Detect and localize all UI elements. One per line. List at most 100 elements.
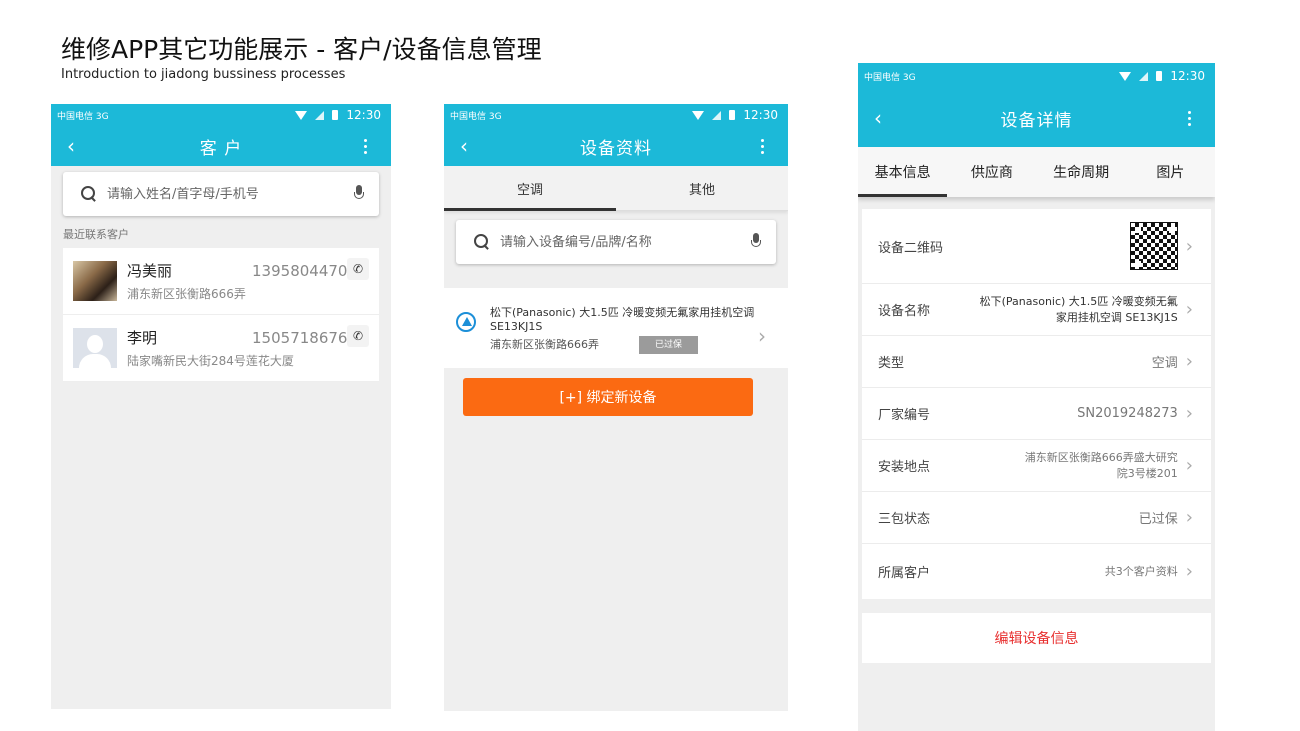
detail-label: 设备名称 — [878, 304, 931, 319]
more-menu-icon[interactable] — [752, 138, 772, 154]
wifi-icon — [692, 110, 705, 120]
more-menu-icon[interactable] — [355, 138, 375, 154]
page-subtitle: Introduction to jiadong bussiness proces… — [61, 67, 346, 82]
qr-code-icon — [1129, 222, 1178, 270]
app-bar: ‹ 设备详情 — [858, 89, 1215, 147]
detail-label: 安装地点 — [878, 460, 931, 475]
warranty-status-badge: 已过保 — [639, 336, 699, 354]
tab-basic-info[interactable]: 基本信息 — [858, 147, 948, 197]
detail-label: 设备二维码 — [878, 240, 944, 256]
customer-screen: 中国电信 3G 12:30 ‹ 客 户 最近联系客户 冯美丽 139580447… — [51, 104, 391, 709]
detail-value: 已过保 — [1138, 512, 1178, 527]
tab-other[interactable]: 其他 — [616, 166, 788, 210]
status-bar: 中国电信 3G 12:30 — [444, 104, 788, 126]
customer-search-bar — [63, 172, 379, 216]
avatar — [73, 328, 117, 368]
chevron-right-icon: › — [1185, 561, 1193, 582]
wifi-icon — [1119, 71, 1132, 81]
chevron-right-icon: › — [758, 324, 766, 348]
detail-row-customer[interactable]: 所属客户 共3个客户资料 › — [862, 544, 1211, 599]
device-detail-screen: 中国电信 3G 12:30 ‹ 设备详情 基本信息 供应商 生命周期 图片 设备… — [858, 63, 1215, 731]
phone-call-icon[interactable]: ✆ — [347, 325, 369, 347]
tab-lifecycle[interactable]: 生命周期 — [1037, 147, 1126, 197]
chevron-right-icon: › — [1185, 235, 1193, 257]
bind-new-device-button[interactable]: [+] 绑定新设备 — [463, 378, 753, 416]
phone-call-icon[interactable]: ✆ — [347, 258, 369, 280]
battery-icon — [332, 110, 339, 120]
detail-row-type[interactable]: 类型 空调 › — [862, 336, 1211, 388]
page-title: 维修APP其它功能展示 - 客户/设备信息管理 — [61, 35, 542, 64]
app-bar: ‹ 客 户 — [51, 126, 391, 166]
detail-value: SN2019248273 — [1077, 406, 1178, 421]
carrier-label: 中国电信 3G — [450, 111, 502, 122]
device-list-item[interactable]: 松下(Panasonic) 大1.5匹 冷暖变频无氟家用挂机空调 SE13KJ1… — [444, 288, 788, 368]
detail-label: 所属客户 — [878, 566, 931, 581]
brand-logo-icon — [456, 312, 476, 332]
app-bar: ‹ 设备资料 — [444, 126, 788, 166]
customer-name: 李明 — [127, 329, 158, 347]
screen-title: 客 户 — [199, 138, 243, 159]
customer-search-input[interactable] — [107, 186, 351, 202]
avatar — [73, 261, 117, 301]
detail-value: 空调 — [1151, 356, 1178, 371]
chevron-right-icon: › — [1185, 455, 1193, 476]
microphone-icon[interactable] — [748, 232, 764, 252]
tab-supplier[interactable]: 供应商 — [947, 147, 1036, 197]
back-icon[interactable]: ‹ — [67, 134, 87, 158]
detail-row-warranty[interactable]: 三包状态 已过保 › — [862, 492, 1211, 544]
customer-address: 陆家嘴新民大街284号莲花大厦 — [127, 354, 294, 368]
detail-row-device-name[interactable]: 设备名称 松下(Panasonic) 大1.5匹 冷暖变频无氟家用挂机空调 SE… — [862, 284, 1211, 336]
customer-phone: 13958044706 — [252, 262, 357, 280]
status-time: 12:30 — [1170, 69, 1205, 83]
device-name: 松下(Panasonic) 大1.5匹 冷暖变频无氟家用挂机空调 SE13KJ1… — [490, 306, 755, 333]
status-bar: 中国电信 3G 12:30 — [51, 104, 391, 126]
customer-phone: 15057186769 — [252, 329, 357, 347]
chevron-right-icon: › — [1185, 351, 1193, 372]
wifi-icon — [295, 110, 308, 120]
detail-row-qrcode[interactable]: 设备二维码 › — [862, 209, 1211, 284]
device-search-bar — [456, 220, 776, 264]
detail-row-serial[interactable]: 厂家编号 SN2019248273 › — [862, 388, 1211, 440]
more-menu-icon[interactable] — [1179, 110, 1199, 126]
status-time: 12:30 — [743, 108, 778, 122]
detail-label: 类型 — [878, 356, 905, 371]
signal-icon — [1139, 71, 1149, 81]
detail-label: 三包状态 — [878, 512, 931, 527]
chevron-right-icon: › — [1185, 507, 1193, 528]
customer-list-item[interactable]: 李明 15057186769 陆家嘴新民大街284号莲花大厦 ✆ — [63, 315, 379, 382]
edit-device-button[interactable]: 编辑设备信息 — [862, 613, 1211, 663]
battery-icon — [1156, 71, 1163, 81]
device-detail-list: 设备二维码 › 设备名称 松下(Panasonic) 大1.5匹 冷暖变频无氟家… — [862, 209, 1211, 599]
tab-images[interactable]: 图片 — [1126, 147, 1215, 197]
carrier-label: 中国电信 3G — [864, 72, 916, 83]
detail-label: 厂家编号 — [878, 408, 931, 423]
status-bar: 中国电信 3G 12:30 — [858, 63, 1215, 89]
customer-name: 冯美丽 — [127, 262, 173, 280]
detail-row-location[interactable]: 安装地点 浦东新区张衡路666弄盛大研究院3号楼201 › — [862, 440, 1211, 492]
signal-icon — [712, 110, 722, 120]
detail-value: 共3个客户资料 — [1104, 564, 1178, 578]
battery-icon — [729, 110, 736, 120]
detail-value: 松下(Panasonic) 大1.5匹 冷暖变频无氟家用挂机空调 SE13KJ1… — [979, 294, 1178, 324]
search-icon — [474, 234, 490, 250]
screen-title: 设备资料 — [580, 138, 652, 159]
customer-list-item[interactable]: 冯美丽 13958044706 浦东新区张衡路666弄 ✆ — [63, 248, 379, 315]
device-search-input[interactable] — [500, 234, 748, 250]
tab-air-conditioner[interactable]: 空调 — [444, 166, 616, 211]
search-icon — [81, 186, 97, 202]
device-detail-tabs: 基本信息 供应商 生命周期 图片 — [858, 147, 1215, 197]
customer-address: 浦东新区张衡路666弄 — [127, 287, 246, 301]
screen-title: 设备详情 — [1000, 110, 1073, 131]
device-category-tabs: 空调 其他 — [444, 166, 788, 211]
device-list-screen: 中国电信 3G 12:30 ‹ 设备资料 空调 其他 松下(Panasonic)… — [444, 104, 788, 711]
back-icon[interactable]: ‹ — [460, 134, 480, 158]
status-time: 12:30 — [346, 108, 381, 122]
back-icon[interactable]: ‹ — [874, 106, 894, 130]
carrier-label: 中国电信 3G — [57, 111, 109, 122]
device-address: 浦东新区张衡路666弄 — [490, 338, 599, 351]
detail-value: 浦东新区张衡路666弄盛大研究院3号楼201 — [1024, 450, 1178, 480]
chevron-right-icon: › — [1185, 403, 1193, 424]
recent-customers-label: 最近联系客户 — [63, 228, 129, 241]
microphone-icon[interactable] — [351, 184, 367, 204]
signal-icon — [315, 110, 325, 120]
